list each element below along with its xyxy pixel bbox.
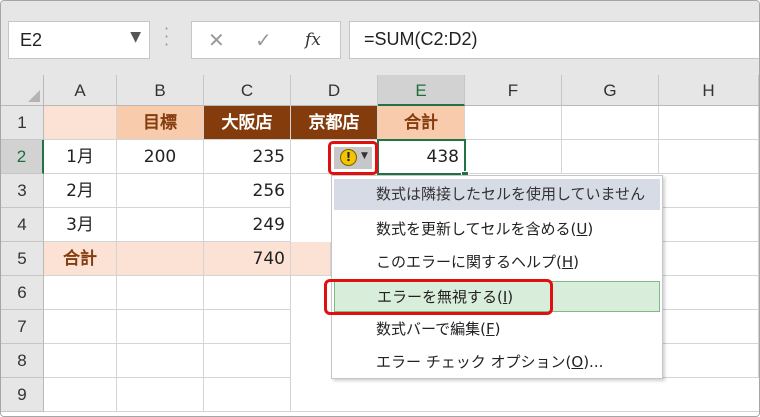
error-options-menu: 数式は隣接したセルを使用していません 数式を更新してセルを含める(U) このエラ… (331, 175, 663, 379)
cell-e2[interactable]: 438 (378, 140, 465, 174)
column-header-a[interactable]: A (44, 75, 117, 106)
cell-h3[interactable] (663, 174, 759, 208)
column-header-c[interactable]: C (204, 75, 291, 106)
row-header-8[interactable]: 8 (1, 344, 44, 378)
name-box[interactable]: E2 ▼ (8, 21, 150, 59)
cell-c4[interactable]: 249 (204, 208, 291, 242)
cell-h6[interactable] (663, 276, 759, 310)
excel-window: E2 ▼ · · · ✕ ✓ fx =SUM(C2:D2) A B C D E F … (0, 0, 760, 417)
formula-buttons: ✕ ✓ fx (191, 21, 341, 59)
column-header-d[interactable]: D (291, 75, 378, 106)
cell-f2[interactable] (465, 140, 562, 174)
cell-c6[interactable] (204, 276, 291, 310)
cell-f1[interactable] (465, 106, 562, 140)
cell-c9[interactable] (204, 378, 291, 412)
cell-b4[interactable] (117, 208, 204, 242)
column-header-b[interactable]: B (117, 75, 204, 106)
insert-function-icon[interactable]: fx (305, 30, 321, 50)
error-button-face: ! ▼ (334, 147, 372, 169)
row-header-9[interactable]: 9 (1, 378, 44, 412)
row-header-4[interactable]: 4 (1, 208, 44, 242)
menu-error-description: 数式は隣接したセルを使用していません (334, 179, 660, 210)
row-header-3[interactable]: 3 (1, 174, 44, 208)
column-header-e[interactable]: E (378, 75, 465, 106)
cell-a3[interactable]: 2月 (44, 174, 117, 208)
cell-c3[interactable]: 256 (204, 174, 291, 208)
cell-b6[interactable] (117, 276, 204, 310)
cell-a5[interactable]: 合計 (44, 242, 117, 276)
grip-dots-icon: · · · (164, 19, 170, 54)
cell-b1[interactable]: 目標 (117, 106, 204, 140)
formula-input[interactable]: =SUM(C2:D2) (349, 21, 759, 59)
row-header-5[interactable]: 5 (1, 242, 44, 276)
error-check-button[interactable]: ! ▼ (328, 141, 378, 175)
cell-h2[interactable] (659, 140, 759, 174)
name-box-value: E2 (20, 30, 43, 50)
menu-item-edit-formula-bar[interactable]: 数式バーで編集(F) (334, 314, 660, 345)
warning-icon: ! (340, 149, 357, 166)
cell-c7[interactable] (204, 310, 291, 344)
cell-a4[interactable]: 3月 (44, 208, 117, 242)
cell-b2[interactable]: 200 (117, 140, 204, 174)
cancel-icon[interactable]: ✕ (208, 28, 225, 52)
cell-b5[interactable] (117, 242, 204, 276)
column-header-f[interactable]: F (465, 75, 562, 106)
menu-item-ignore-error[interactable]: エラーを無視する(I) (334, 281, 660, 312)
cell-g2[interactable] (562, 140, 659, 174)
cell-a1[interactable] (44, 106, 117, 140)
column-header-g[interactable]: G (562, 75, 659, 106)
chevron-down-icon[interactable]: ▼ (130, 29, 141, 45)
formula-bar-area: E2 ▼ · · · ✕ ✓ fx =SUM(C2:D2) (1, 1, 759, 75)
cell-h5[interactable] (663, 242, 759, 276)
menu-item-help[interactable]: このエラーに関するヘルプ(H) (334, 247, 660, 278)
cell-h4[interactable] (663, 208, 759, 242)
cell-b3[interactable] (117, 174, 204, 208)
menu-item-error-options[interactable]: エラー チェック オプション(O)... (334, 347, 660, 378)
cell-b9[interactable] (117, 378, 204, 412)
dropdown-arrow-icon: ▼ (361, 151, 368, 161)
cell-e1[interactable]: 合計 (378, 106, 465, 140)
cell-a2[interactable]: 1月 (44, 140, 117, 174)
column-header-h[interactable]: H (659, 75, 759, 106)
row-header-7[interactable]: 7 (1, 310, 44, 344)
cell-d1[interactable]: 京都店 (291, 106, 378, 140)
cell-d5[interactable] (291, 242, 331, 276)
cell-a9[interactable] (44, 378, 117, 412)
cell-c8[interactable] (204, 344, 291, 378)
cell-c1[interactable]: 大阪店 (204, 106, 291, 140)
cell-a6[interactable] (44, 276, 117, 310)
cell-c5[interactable]: 740 (204, 242, 291, 276)
cell-a7[interactable] (44, 310, 117, 344)
row-header-6[interactable]: 6 (1, 276, 44, 310)
menu-item-update-formula[interactable]: 数式を更新してセルを含める(U) (334, 214, 660, 245)
cell-g1[interactable] (562, 106, 659, 140)
cell-h8[interactable] (663, 344, 759, 378)
cell-b7[interactable] (117, 310, 204, 344)
cell-d9-h9[interactable] (291, 378, 759, 412)
select-all-button[interactable] (1, 75, 44, 106)
row-header-1[interactable]: 1 (1, 106, 44, 140)
cell-h7[interactable] (663, 310, 759, 344)
formula-value: =SUM(C2:D2) (364, 29, 478, 49)
row-header-2[interactable]: 2 (1, 140, 44, 174)
cell-b8[interactable] (117, 344, 204, 378)
cell-h1[interactable] (659, 106, 759, 140)
cell-c2[interactable]: 235 (204, 140, 291, 174)
enter-check-icon[interactable]: ✓ (255, 28, 272, 52)
cell-a8[interactable] (44, 344, 117, 378)
